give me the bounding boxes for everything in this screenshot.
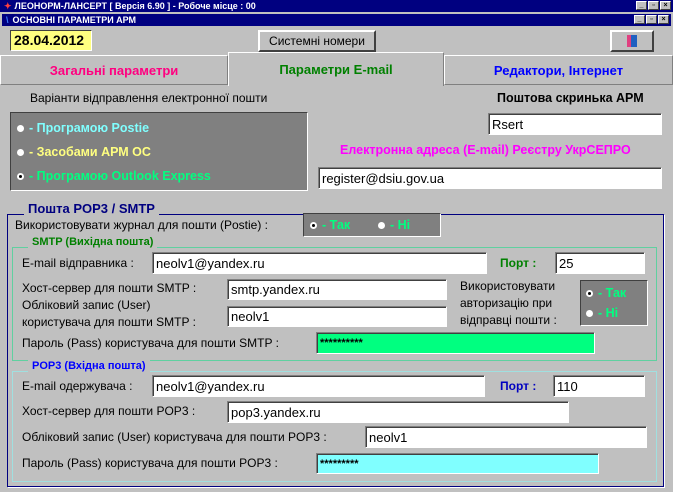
app-title-bar: ✦ ЛЕОНОРМ-ЛАНСЕРТ [ Версія 6.90 ] - Робо… (0, 0, 673, 12)
smtp-host-input[interactable]: smtp.yandex.ru (227, 279, 447, 300)
pop3-port-input[interactable]: 110 (553, 375, 645, 397)
pop3-user-label: Обліковий запис (User) користувача для п… (22, 430, 327, 444)
auth-label-3: відправці пошти : (460, 313, 557, 327)
smtp-legend: SMTP (Вихідна пошта) (28, 236, 158, 248)
close-icon[interactable]: × (660, 1, 671, 10)
mailbox-label: Поштова скринька АРМ (497, 91, 644, 105)
radio-auth-no[interactable]: - Ні (586, 306, 618, 320)
mailbox-input[interactable]: Rsert (488, 113, 662, 135)
app-title: ЛЕОНОРМ-ЛАНСЕРТ [ Версія 6.90 ] - Робоче… (14, 1, 256, 11)
tab-general-label: Загальні параметри (49, 62, 179, 78)
pop3-host-label: Хост-сервер для пошти POP3 : (22, 404, 196, 418)
radio-selected-icon (17, 172, 24, 180)
journal-label: Використовувати журнал для пошти (Postie… (15, 218, 268, 232)
window-title: ОСНОВНІ ПАРАМЕТРИ АРМ (12, 15, 137, 25)
recipient-email-input[interactable]: neolv1@yandex.ru (152, 375, 485, 397)
tab-email[interactable]: Параметри E-mail (228, 52, 444, 86)
tab-general[interactable]: Загальні параметри (0, 55, 228, 85)
radio-arm-os-label: - Засобами АРМ ОС (29, 145, 151, 159)
radio-postie-label: - Програмою Postie (29, 121, 150, 135)
radio-icon (17, 148, 24, 156)
exit-button[interactable] (610, 30, 654, 52)
recipient-label: E-mail одержувача : (22, 379, 133, 393)
mail-group-legend: Пошта POP3 / SMTP (24, 201, 159, 216)
journal-radio-group: - Так - Ні (303, 213, 441, 237)
pop3-user-input[interactable]: neolv1 (365, 426, 647, 448)
auth-no-label: - Ні (598, 306, 619, 320)
restore-icon[interactable]: ▫ (648, 1, 659, 10)
system-numbers-button[interactable]: Системні номери (258, 30, 376, 52)
date-field: 28.04.2012 (10, 30, 92, 51)
smtp-port-label: Порт : (500, 256, 537, 270)
radio-icon (17, 124, 24, 132)
radio-outlook-express[interactable]: - Програмою Outlook Express (17, 169, 211, 183)
journal-yes-label: - Так (322, 218, 351, 232)
radio-selected-icon (310, 221, 317, 229)
window-icon: \ (6, 15, 9, 25)
journal-no-label: - Ні (390, 218, 411, 232)
window-title-bar: \ ОСНОВНІ ПАРАМЕТРИ АРМ _ ▫ × (2, 14, 671, 26)
minimize-icon[interactable]: _ (636, 1, 647, 10)
tab-editors-label: Редактори, Інтернет (493, 62, 624, 78)
radio-journal-no[interactable]: - Ні (378, 218, 410, 232)
smtp-pass-label: Пароль (Pass) користувача для пошти SMTP… (22, 336, 279, 350)
radio-journal-yes[interactable]: - Так (310, 218, 350, 232)
pop3-password-input[interactable]: ********* (316, 453, 599, 474)
registry-email-input[interactable]: register@dsiu.gov.ua (318, 167, 662, 189)
auth-label-1: Використовувати (460, 279, 556, 293)
sender-email-input[interactable]: neolv1@yandex.ru (152, 252, 487, 274)
auth-label-2: авторизацію при (460, 296, 553, 310)
radio-arm-os[interactable]: - Засобами АРМ ОС (17, 145, 151, 159)
radio-postie[interactable]: - Програмою Postie (17, 121, 149, 135)
radio-outlook-label: - Програмою Outlook Express (29, 169, 211, 183)
smtp-host-label: Хост-сервер для пошти SMTP : (22, 281, 197, 295)
pop3-pass-label: Пароль (Pass) користувача для пошти POP3… (22, 456, 278, 470)
pop3-legend: POP3 (Вхідна пошта) (28, 360, 150, 372)
sender-label: E-mail відправника : (22, 256, 134, 270)
auth-radio-group: - Так - Ні (580, 280, 648, 326)
smtp-user-label-1: Обліковий запис (User) (22, 298, 151, 312)
smtp-user-input[interactable]: neolv1 (227, 306, 447, 327)
exit-door-icon (627, 35, 637, 47)
send-options-group: - Програмою Postie - Засобами АРМ ОС - П… (10, 112, 308, 191)
radio-selected-icon (586, 289, 593, 297)
tab-editors-internet[interactable]: Редактори, Інтернет (444, 55, 673, 85)
app-icon: ✦ (4, 0, 12, 11)
pop3-host-input[interactable]: pop3.yandex.ru (227, 401, 569, 423)
tab-email-label: Параметри E-mail (279, 62, 393, 77)
smtp-port-input[interactable]: 25 (555, 252, 645, 274)
radio-auth-yes[interactable]: - Так (586, 286, 626, 300)
radio-icon (378, 221, 385, 229)
registry-email-label: Електронна адреса (E-mail) Реєстру УкрСЕ… (340, 143, 631, 157)
auth-yes-label: - Так (598, 286, 627, 300)
radio-icon (586, 309, 593, 317)
pop3-port-label: Порт : (500, 379, 537, 393)
smtp-password-input[interactable]: ********** (316, 332, 595, 354)
minimize-icon[interactable]: _ (634, 15, 645, 24)
close-icon[interactable]: × (658, 15, 669, 24)
send-options-title: Варіанти відправлення електронної пошти (30, 91, 268, 105)
smtp-user-label-2: користувача для пошти SMTP : (22, 315, 196, 329)
restore-icon[interactable]: ▫ (646, 15, 657, 24)
